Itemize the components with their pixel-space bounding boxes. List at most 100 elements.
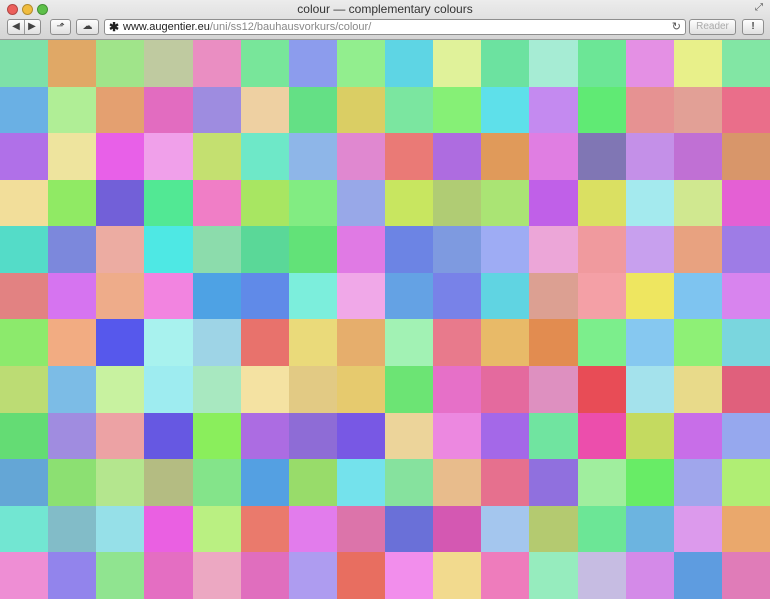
colour-swatch: [529, 133, 578, 180]
colour-swatch: [48, 133, 97, 180]
colour-swatch: [48, 319, 97, 367]
back-forward-buttons: ◀ ▶: [7, 19, 41, 35]
colour-swatch: [577, 226, 626, 273]
colour-swatch: [673, 133, 722, 180]
colour-swatch: [288, 179, 337, 227]
cloud-icon: ☁: [82, 21, 93, 32]
colour-swatch: [288, 459, 337, 506]
colour-swatch: [673, 412, 722, 460]
colour-swatch: [240, 179, 289, 227]
reader-button[interactable]: Reader: [689, 19, 736, 35]
bookmark-icon[interactable]: ✱: [109, 20, 119, 34]
colour-swatch: [721, 40, 770, 87]
colour-swatch: [625, 459, 674, 506]
colour-swatch: [481, 86, 530, 134]
colour-swatch: [192, 179, 241, 227]
url-domain: www.augentier.eu: [123, 21, 210, 33]
colour-swatch: [385, 133, 434, 180]
colour-swatch: [673, 272, 722, 320]
share-button[interactable]: ⬏: [50, 19, 71, 35]
colour-swatch: [529, 272, 578, 320]
colour-swatch: [481, 226, 530, 273]
colour-swatch: [481, 412, 530, 460]
colour-swatch: [96, 86, 145, 134]
colour-swatch: [96, 366, 145, 413]
colour-swatch: [144, 133, 193, 180]
colour-swatch: [529, 552, 578, 599]
fullscreen-icon[interactable]: ⤢: [754, 3, 764, 13]
colour-swatch: [721, 133, 770, 180]
colour-swatch: [0, 40, 49, 87]
colour-swatch: [481, 319, 530, 367]
colour-swatch: [433, 319, 482, 367]
colour-swatch: [577, 40, 626, 87]
colour-swatch: [96, 272, 145, 320]
colour-swatch: [144, 412, 193, 460]
colour-swatch: [433, 272, 482, 320]
colour-swatch: [625, 40, 674, 87]
colour-swatch: [288, 505, 337, 553]
colour-swatch: [336, 505, 385, 553]
colour-swatch: [529, 86, 578, 134]
colour-swatch: [288, 552, 337, 599]
colour-swatch: [336, 226, 385, 273]
forward-icon[interactable]: ▶: [24, 20, 40, 34]
colour-swatch: [0, 459, 49, 506]
colour-swatch: [0, 272, 49, 320]
colour-swatch: [433, 366, 482, 413]
colour-swatch: [240, 272, 289, 320]
colour-swatch: [144, 272, 193, 320]
colour-swatch: [577, 459, 626, 506]
colour-swatch: [481, 366, 530, 413]
colour-swatch: [48, 40, 97, 87]
colour-swatch: [144, 319, 193, 367]
colour-swatch: [481, 459, 530, 506]
back-icon[interactable]: ◀: [8, 20, 24, 34]
colour-swatch: [433, 412, 482, 460]
colour-swatch: [385, 40, 434, 87]
colour-swatch: [577, 552, 626, 599]
colour-swatch: [144, 226, 193, 273]
colour-swatch: [96, 412, 145, 460]
colour-swatch: [192, 40, 241, 87]
colour-swatch: [529, 179, 578, 227]
colour-swatch: [577, 272, 626, 320]
colour-swatch: [721, 86, 770, 134]
reload-icon[interactable]: ↻: [672, 20, 681, 34]
share-icon: ⬏: [56, 21, 65, 32]
colour-swatch: [288, 319, 337, 367]
icloud-tabs-button[interactable]: ☁: [76, 19, 99, 35]
colour-swatch: [240, 459, 289, 506]
colour-swatch: [721, 505, 770, 553]
colour-swatch: [336, 133, 385, 180]
colour-swatch: [673, 505, 722, 553]
window-title: colour — complementary colours: [297, 2, 473, 16]
colour-swatch: [336, 179, 385, 227]
colour-swatch: [529, 459, 578, 506]
colour-swatch: [577, 133, 626, 180]
colour-swatch: [0, 505, 49, 553]
colour-swatch: [433, 179, 482, 227]
colour-swatch: [385, 366, 434, 413]
address-bar[interactable]: ✱ www.augentier.eu/uni/ss12/bauhausvorku…: [104, 19, 686, 35]
colour-swatch: [625, 412, 674, 460]
colour-swatch: [625, 319, 674, 367]
url-text[interactable]: www.augentier.eu/uni/ss12/bauhausvorkurs…: [123, 20, 371, 34]
colour-swatch: [240, 40, 289, 87]
colour-swatch: [577, 86, 626, 134]
colour-swatch: [240, 226, 289, 273]
downloads-button[interactable]: !: [742, 19, 764, 35]
colour-swatch: [481, 552, 530, 599]
colour-swatch: [288, 40, 337, 87]
colour-swatch: [240, 552, 289, 599]
colour-swatch: [0, 319, 49, 367]
colour-swatch: [192, 272, 241, 320]
colour-swatch: [336, 552, 385, 599]
colour-swatch: [192, 412, 241, 460]
colour-swatch: [288, 226, 337, 273]
download-icon: !: [751, 21, 755, 32]
colour-swatch: [96, 505, 145, 553]
colour-swatch: [673, 179, 722, 227]
colour-swatch: [192, 319, 241, 367]
colour-swatch: [625, 133, 674, 180]
